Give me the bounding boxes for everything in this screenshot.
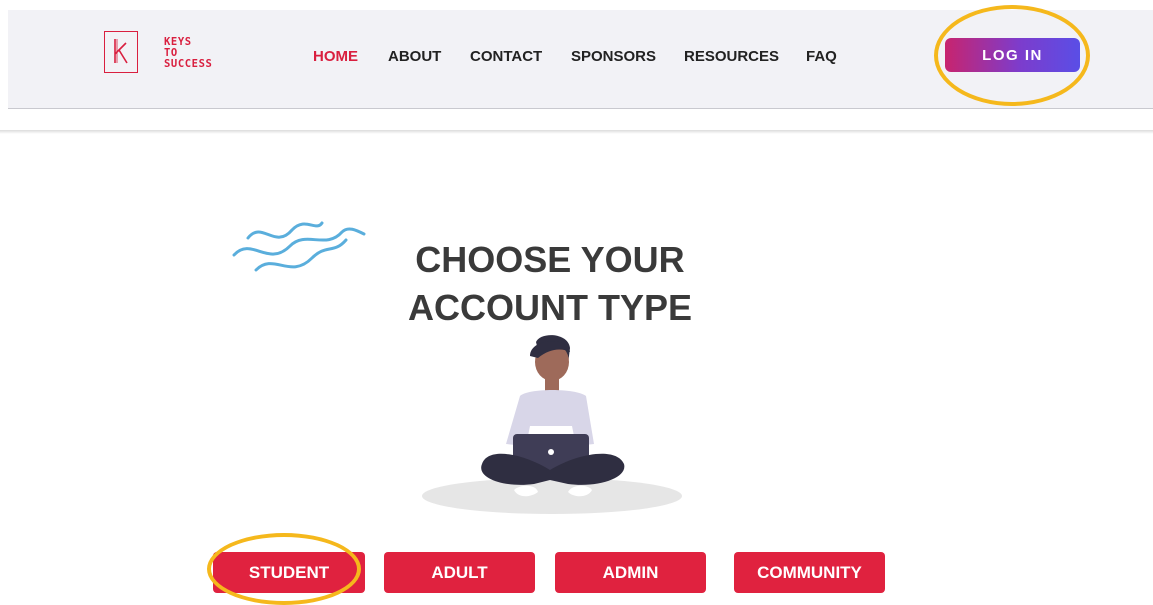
brand-logo-icon[interactable]	[104, 31, 138, 73]
login-highlight-ring	[934, 5, 1090, 106]
student-highlight-ring	[207, 533, 361, 605]
nav-resources[interactable]: RESOURCES	[684, 48, 779, 65]
account-community-button[interactable]: COMMUNITY	[734, 552, 885, 593]
brand-name[interactable]: KEYS TO SUCCESS	[164, 37, 212, 70]
brand-name-line: SUCCESS	[164, 58, 213, 70]
nav-home[interactable]: HOME	[313, 48, 358, 65]
nav-faq[interactable]: FAQ	[806, 48, 837, 65]
account-admin-button[interactable]: ADMIN	[555, 552, 706, 593]
nav-about[interactable]: ABOUT	[388, 48, 441, 65]
nav-sponsors[interactable]: SPONSORS	[571, 48, 656, 65]
waves-decoration-icon	[232, 221, 366, 272]
person-laptop-illustration	[422, 335, 682, 514]
title-line: CHOOSE YOUR	[415, 239, 685, 280]
title-line: ACCOUNT TYPE	[407, 287, 692, 328]
nav-contact[interactable]: CONTACT	[470, 48, 542, 65]
account-adult-button[interactable]: ADULT	[384, 552, 535, 593]
page-title: CHOOSE YOUR ACCOUNT TYPE	[375, 236, 725, 332]
navbar-divider	[0, 130, 1153, 134]
